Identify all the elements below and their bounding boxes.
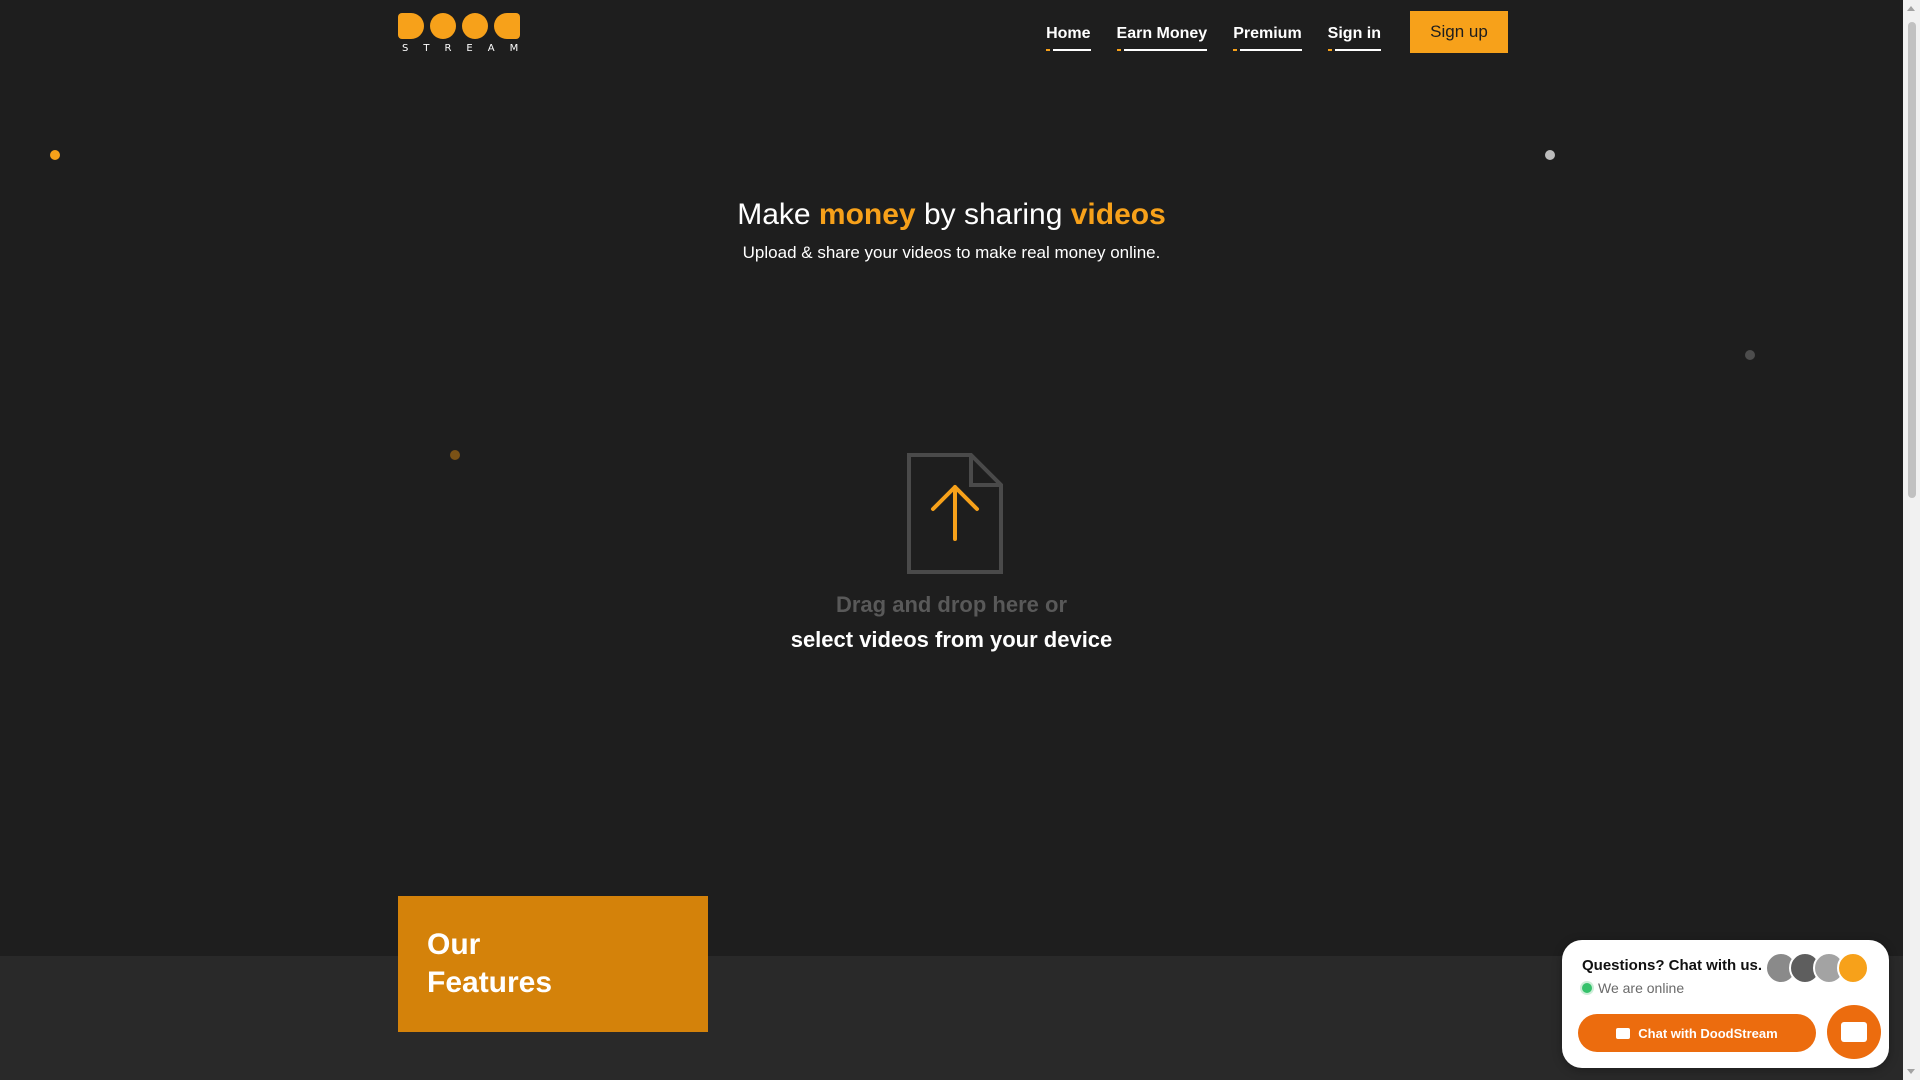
chat-status: We are online <box>1582 980 1684 996</box>
hero-subtitle: Upload & share your videos to make real … <box>742 243 1161 262</box>
chat-bubble-icon <box>1616 1027 1631 1039</box>
main-nav: Home Earn Money Premium Sign in Sign up <box>1020 11 1508 53</box>
chat-launcher-button[interactable] <box>1827 1005 1881 1059</box>
avatar <box>1837 952 1869 984</box>
logo-wordmark: STREAM <box>402 43 534 54</box>
features-heading-box: Our Features <box>398 896 708 1032</box>
scroll-down-icon[interactable] <box>1907 1069 1915 1074</box>
decor-dot-dark <box>1745 350 1755 360</box>
chat-question: Questions? Chat with us. <box>1582 957 1763 974</box>
drag-drop-text: Drag and drop here or <box>835 592 1068 617</box>
upload-file-icon[interactable] <box>905 451 1005 576</box>
doodstream-logo[interactable]: STREAM <box>398 13 520 55</box>
chat-icon <box>1841 1022 1867 1042</box>
scroll-thumb[interactable] <box>1908 22 1916 498</box>
nav-home[interactable]: Home <box>1046 13 1091 51</box>
decor-dot-grey <box>1545 150 1555 160</box>
page-scrollbar[interactable] <box>1903 0 1920 1080</box>
decor-dot-orange <box>50 150 60 160</box>
scroll-up-icon[interactable] <box>1907 6 1915 11</box>
decor-dot-brown <box>450 450 460 460</box>
chat-with-doodstream-button[interactable]: Chat with DoodStream <box>1578 1014 1816 1052</box>
nav-premium[interactable]: Premium <box>1233 13 1303 51</box>
nav-earn-money[interactable]: Earn Money <box>1116 13 1207 51</box>
online-indicator-icon <box>1582 983 1592 993</box>
hero-title: Make money by sharing videos <box>737 198 1166 231</box>
features-heading: Our Features <box>427 928 553 999</box>
logo-dots <box>398 13 520 39</box>
agent-avatars <box>1765 952 1869 984</box>
select-videos-link[interactable]: select videos from your device <box>0 627 1903 653</box>
nav-sign-in[interactable]: Sign in <box>1327 13 1382 51</box>
sign-up-button[interactable]: Sign up <box>1410 11 1508 53</box>
